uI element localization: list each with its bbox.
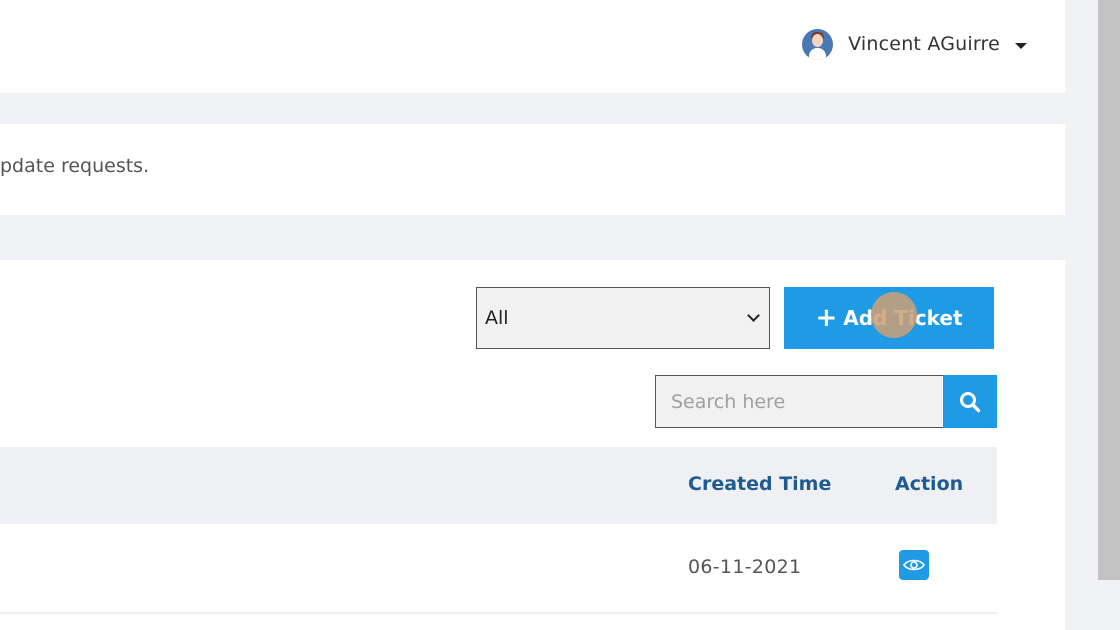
add-ticket-button[interactable]: + Add Ticket [784, 287, 994, 349]
caret-down-icon[interactable] [1015, 43, 1027, 49]
status-filter-select[interactable]: All [476, 287, 770, 349]
add-ticket-label: Add Ticket [843, 306, 963, 330]
info-panel: pdate requests. [0, 124, 1065, 215]
view-ticket-button[interactable] [899, 550, 929, 580]
status-filter-value: All [485, 307, 509, 329]
search-button[interactable] [943, 375, 997, 428]
table-row: 06-11-2021 [0, 524, 997, 614]
search-input[interactable] [655, 375, 944, 428]
created-time-cell: 06-11-2021 [688, 556, 802, 578]
top-header: Vincent AGuirre [0, 0, 1065, 93]
info-text: pdate requests. [0, 155, 150, 177]
user-avatar[interactable] [802, 28, 834, 60]
search-icon [960, 391, 981, 412]
plus-icon: + [815, 303, 838, 333]
table-header: Created Time Action [0, 447, 997, 524]
column-header-created-time[interactable]: Created Time [688, 473, 831, 495]
user-menu[interactable]: Vincent AGuirre [802, 26, 1027, 62]
user-name[interactable]: Vincent AGuirre [848, 33, 1000, 55]
eye-icon [903, 559, 925, 571]
chevron-down-icon [747, 309, 760, 322]
tickets-card: All + Add Ticket Created Time Action 06-… [0, 260, 1065, 630]
column-header-action: Action [895, 473, 964, 495]
scrollbar-thumb[interactable] [1098, 0, 1120, 580]
